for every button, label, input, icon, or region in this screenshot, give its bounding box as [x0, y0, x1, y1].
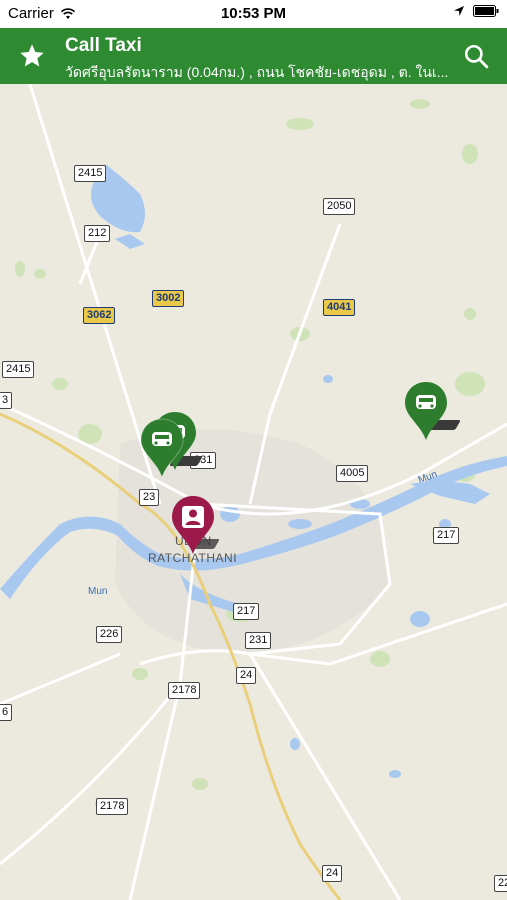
- route-shield: 217: [233, 603, 260, 620]
- user-location-marker[interactable]: [170, 494, 216, 556]
- clock: 10:53 PM: [220, 5, 287, 22]
- battery-icon: [473, 5, 499, 17]
- route-shield: 231: [245, 632, 272, 649]
- route-shield: 226: [96, 626, 123, 643]
- route-shield: 24: [322, 865, 343, 882]
- route-shield: 23: [139, 489, 160, 506]
- route-shield: 2415: [2, 361, 35, 378]
- route-shield: 3002: [152, 290, 185, 307]
- route-shield: 2415: [74, 165, 107, 182]
- person-icon: [182, 506, 204, 528]
- location-arrow-icon: [454, 6, 464, 16]
- map-view[interactable]: UBON RATCHATHANI Mun Mun 2415 212 2050 3…: [0, 84, 507, 900]
- route-shield: 22: [494, 875, 507, 892]
- taxi-icon: [152, 432, 172, 446]
- page-title: Call Taxi: [65, 35, 142, 56]
- app-header: Call Taxi วัดศรีอุบลรัตนาราม (0.04กม.) ,…: [0, 28, 507, 84]
- route-shield: 4041: [323, 299, 356, 316]
- route-shield: 2050: [323, 198, 356, 215]
- route-shield: 217: [433, 527, 460, 544]
- taxi-icon: [416, 395, 436, 409]
- search-icon[interactable]: [463, 43, 489, 69]
- route-shield: 3062: [83, 307, 116, 324]
- route-shield: 2178: [96, 798, 129, 815]
- route-shield: 6: [0, 704, 13, 721]
- river-label-mun-west: Mun: [88, 586, 108, 597]
- route-shield: 2178: [168, 682, 201, 699]
- route-shield: 212: [84, 225, 111, 242]
- route-shield: 24: [236, 667, 257, 684]
- taxi-marker[interactable]: [403, 380, 449, 442]
- route-shield: 3: [0, 392, 13, 409]
- taxi-marker[interactable]: [139, 417, 185, 479]
- star-icon[interactable]: [18, 42, 46, 70]
- map-base: [0, 84, 507, 900]
- route-shield: 4005: [336, 465, 369, 482]
- current-location-address[interactable]: วัดศรีอุบลรัตนาราม (0.04กม.) , ถนน โชคชั…: [65, 62, 450, 84]
- status-bar: Carrier 10:53 PM: [0, 0, 507, 28]
